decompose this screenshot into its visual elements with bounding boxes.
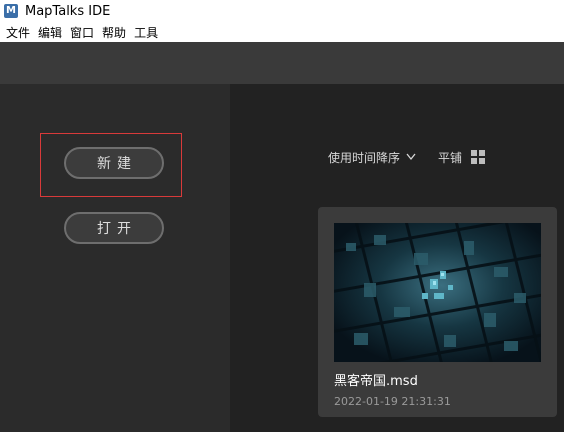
sort-dropdown[interactable]: 使用时间降序 (328, 149, 416, 165)
menu-help[interactable]: 帮助 (102, 24, 126, 41)
maptalks-logo-icon: M (4, 4, 18, 18)
toolbar (0, 42, 564, 84)
grid-view-icon (471, 150, 486, 164)
window-title: MapTalks IDE (25, 3, 111, 19)
open-project-button[interactable]: 打开 (64, 212, 164, 244)
title-bar: M MapTalks IDE (0, 0, 564, 22)
project-card[interactable]: 黑客帝国.msd 2022-01-19 21:31:31 (318, 207, 557, 417)
new-project-button[interactable]: 新建 (64, 147, 164, 179)
project-thumbnail (334, 223, 541, 362)
project-date: 2022-01-19 21:31:31 (334, 395, 451, 408)
menu-file[interactable]: 文件 (6, 24, 30, 41)
menu-tools[interactable]: 工具 (134, 24, 158, 41)
menu-edit[interactable]: 编辑 (38, 24, 62, 41)
project-name: 黑客帝国.msd (334, 374, 418, 389)
layout-toggle[interactable]: 平铺 (438, 149, 486, 165)
menu-window[interactable]: 窗口 (70, 24, 94, 41)
chevron-down-icon (406, 153, 416, 161)
menu-bar: 文件 编辑 窗口 帮助 工具 (0, 22, 564, 42)
sort-label: 使用时间降序 (328, 150, 401, 165)
layout-label: 平铺 (438, 150, 463, 165)
